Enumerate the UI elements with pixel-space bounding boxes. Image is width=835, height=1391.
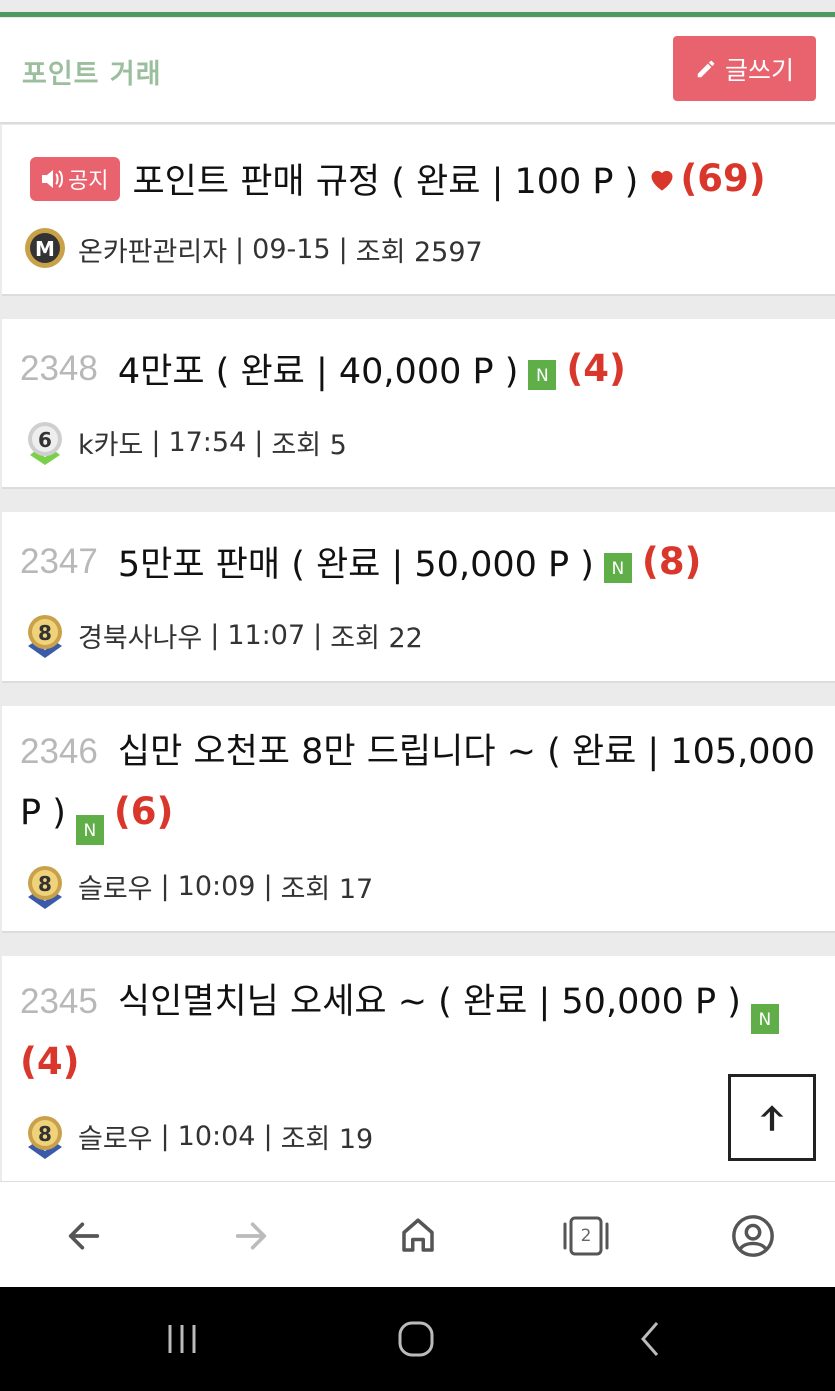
system-back-button[interactable]	[620, 1317, 680, 1361]
post-meta: 6 k카도 | 17:54 | 조회 5	[20, 417, 347, 467]
home-button[interactable]	[390, 1208, 446, 1264]
post-title[interactable]: 5만포 판매 ( 완료 | 50,000 P )	[118, 536, 594, 587]
home-icon	[402, 1218, 434, 1252]
post-meta: 8 경북사나우 | 11:07 | 조회 22	[20, 610, 423, 660]
post-author[interactable]: 슬로우	[78, 1117, 153, 1156]
recent-apps-button[interactable]	[152, 1317, 212, 1361]
post-title[interactable]: 포인트 판매 규정 ( 완료 | 100 P )	[132, 153, 638, 204]
new-badge: N	[75, 815, 104, 845]
post-title[interactable]: 식인멸치님 오세요 ~ ( 완료 | 50,000 P )	[118, 982, 741, 1022]
comment-count: (69)	[680, 157, 766, 200]
system-home-button[interactable]	[386, 1317, 446, 1361]
list-item[interactable]: 2348 4만포 ( 완료 | 40,000 P ) N (4) 6 k카도 |…	[2, 319, 835, 489]
svg-text:M: M	[35, 237, 55, 261]
divider: |	[263, 870, 273, 902]
back-arrow-icon	[68, 1222, 100, 1250]
post-number: 2346	[20, 732, 98, 771]
list-item[interactable]: 2347 5만포 판매 ( 완료 | 50,000 P ) N (8) 8 경북…	[2, 512, 835, 683]
svg-text:6: 6	[38, 428, 52, 452]
board-title: 포인트 거래	[22, 59, 162, 90]
list-item-notice[interactable]: 공지 포인트 판매 규정 ( 완료 | 100 P ) (69) M 온카판관리…	[2, 125, 835, 296]
scroll-to-top-button[interactable]	[728, 1074, 816, 1161]
new-badge: N	[528, 359, 557, 390]
svg-text:8: 8	[38, 621, 52, 645]
post-date: 10:04	[177, 1120, 256, 1152]
post-author[interactable]: 슬로우	[78, 867, 153, 906]
write-button-label: 글쓰기	[724, 55, 794, 85]
back-button[interactable]	[56, 1208, 112, 1264]
post-title-row[interactable]: 2346 십만 오천포 8만 드립니다 ~ ( 완료 | 105,000 P ) N…	[20, 722, 820, 845]
post-title-row[interactable]: 공지 포인트 판매 규정 ( 완료 | 100 P ) (69)	[30, 153, 766, 204]
notice-label: 공지	[68, 168, 109, 194]
post-number: 2348	[20, 348, 98, 388]
board-header: 포인트 거래 글쓰기	[0, 18, 835, 124]
post-date: 10:09	[177, 870, 256, 902]
post-views: 조회 17	[280, 873, 374, 905]
comment-count: (8)	[641, 540, 702, 583]
system-back-icon	[641, 1322, 659, 1356]
notice-badge: 공지	[30, 156, 121, 201]
new-badge: N	[750, 1004, 779, 1034]
divider: |	[254, 426, 264, 458]
heart-icon	[651, 170, 673, 191]
divider: |	[235, 233, 245, 265]
post-number: 2345	[20, 982, 98, 1021]
level-badge-icon: 8	[28, 615, 62, 658]
tabs-count: 2	[580, 1226, 592, 1246]
speaker-icon	[42, 169, 63, 188]
account-button[interactable]	[725, 1208, 781, 1264]
svg-text:8: 8	[38, 872, 52, 896]
post-title[interactable]: 4만포 ( 완료 | 40,000 P )	[118, 343, 519, 394]
post-views: 조회 2597	[355, 236, 483, 268]
post-title-row[interactable]: 2347 5만포 판매 ( 완료 | 50,000 P ) N (8)	[20, 536, 701, 587]
divider: |	[210, 619, 220, 651]
divider: |	[160, 1120, 170, 1152]
divider: |	[338, 233, 348, 265]
write-button[interactable]: 글쓰기	[673, 36, 816, 101]
browser-bottom-nav: 2	[0, 1181, 835, 1287]
comment-count: (4)	[20, 1040, 80, 1083]
arrow-up-icon	[760, 1104, 784, 1131]
post-number: 2347	[20, 541, 98, 581]
android-nav-bar	[0, 1287, 835, 1391]
pencil-icon	[697, 60, 715, 77]
system-home-icon	[398, 1321, 434, 1357]
level-badge-icon: 6	[28, 422, 62, 465]
list-item[interactable]: 2345 식인멸치님 오세요 ~ ( 완료 | 50,000 P ) N (4) 8 …	[2, 956, 835, 1181]
new-badge: N	[603, 552, 632, 583]
svg-text:8: 8	[38, 1122, 52, 1146]
post-meta: M 온카판관리자 | 09-15 | 조회 2597	[20, 224, 483, 274]
post-title-row[interactable]: 2348 4만포 ( 완료 | 40,000 P ) N (4)	[20, 343, 626, 394]
divider: |	[160, 870, 170, 902]
post-meta: 8 슬로우 | 10:04 | 조회 19	[20, 1111, 373, 1161]
level-badge-icon: 8	[28, 866, 62, 909]
post-author[interactable]: k카도	[78, 423, 143, 462]
top-strip	[0, 0, 835, 18]
comment-count: (6)	[113, 790, 174, 833]
accent-line	[0, 12, 835, 17]
post-views: 조회 5	[271, 429, 347, 461]
post-meta: 8 슬로우 | 10:09 | 조회 17	[20, 861, 373, 911]
post-views: 조회 19	[280, 1123, 374, 1155]
divider: |	[263, 1120, 273, 1152]
list-item[interactable]: 2346 십만 오천포 8만 드립니다 ~ ( 완료 | 105,000 P ) N…	[2, 706, 835, 933]
post-date: 11:07	[227, 619, 306, 651]
post-author[interactable]: 경북사나우	[78, 616, 202, 655]
level-badge-icon: 8	[28, 1116, 62, 1159]
forward-button[interactable]	[223, 1208, 279, 1264]
account-icon	[732, 1215, 774, 1257]
post-date: 17:54	[168, 426, 247, 458]
post-title-row[interactable]: 2345 식인멸치님 오세요 ~ ( 완료 | 50,000 P ) N (4)	[20, 972, 820, 1093]
recent-apps-icon	[168, 1325, 196, 1353]
divider: |	[313, 619, 323, 651]
tabs-button[interactable]: 2	[558, 1208, 614, 1264]
forward-arrow-icon	[235, 1222, 267, 1250]
post-date: 09-15	[252, 233, 331, 265]
post-author[interactable]: 온카판관리자	[78, 230, 227, 269]
comment-count: (4)	[566, 347, 626, 390]
admin-level-icon: M	[25, 228, 65, 268]
divider: |	[151, 426, 161, 458]
post-views: 조회 22	[330, 622, 423, 654]
